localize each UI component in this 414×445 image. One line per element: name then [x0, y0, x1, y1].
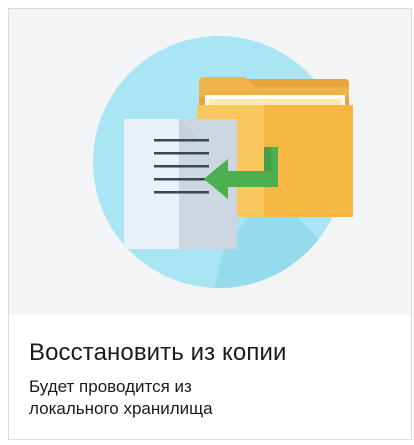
- card-title: Восстановить из копии: [29, 339, 287, 366]
- restore-from-copy-card[interactable]: Восстановить из копии Будет проводится и…: [8, 8, 412, 440]
- card-illustration-area: [9, 9, 411, 315]
- card-description-line-2: локального хранилища: [29, 399, 213, 418]
- card-description-line-1: Будет проводится из: [29, 377, 192, 396]
- card-description: Будет проводится из локального хранилища: [29, 376, 329, 420]
- restore-from-backup-icon: [93, 36, 353, 288]
